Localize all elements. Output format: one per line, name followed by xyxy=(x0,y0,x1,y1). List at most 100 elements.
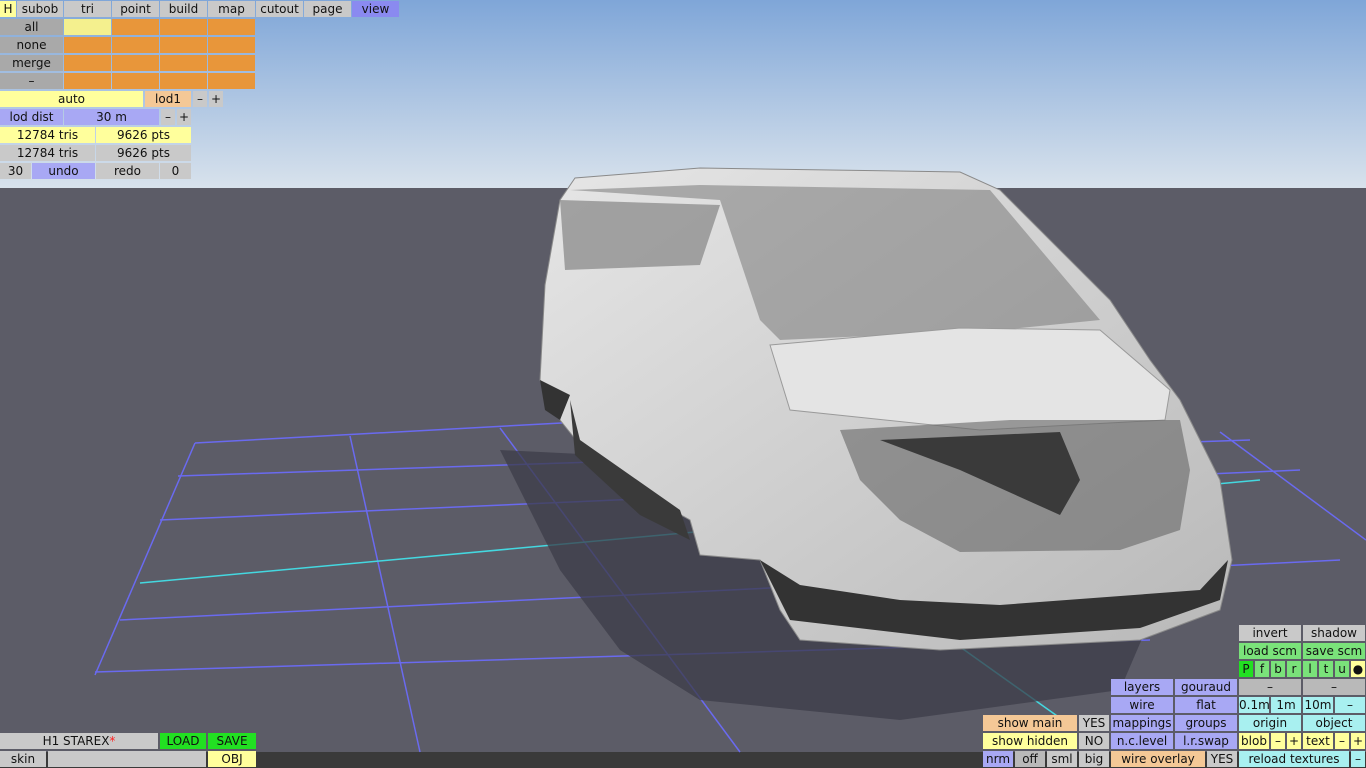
blob-button[interactable]: blob xyxy=(1239,733,1269,749)
obj-button[interactable]: OBJ xyxy=(208,751,256,767)
menu-subob[interactable]: subob xyxy=(17,1,63,17)
load-button[interactable]: LOAD xyxy=(160,733,206,749)
view-dot-button[interactable]: ● xyxy=(1351,661,1365,677)
selection-slot[interactable] xyxy=(112,73,159,89)
nc-level-button[interactable]: n.c.level xyxy=(1111,733,1173,749)
lod-level-button[interactable]: lod1 xyxy=(145,91,191,107)
selection-slot[interactable] xyxy=(64,73,111,89)
selection-slot[interactable] xyxy=(64,37,111,53)
select-all-button[interactable]: all xyxy=(0,19,63,35)
normals-nrm-button[interactable]: nrm xyxy=(983,751,1013,767)
selection-slot[interactable] xyxy=(64,19,111,35)
normals-small-button[interactable]: sml xyxy=(1047,751,1077,767)
selection-slot[interactable] xyxy=(64,55,111,71)
selection-slot[interactable] xyxy=(208,19,255,35)
lod-dist-plus-button[interactable]: + xyxy=(177,109,191,125)
dash-slot[interactable]: – xyxy=(1239,679,1301,695)
lod-mode-button[interactable]: auto xyxy=(0,91,143,107)
view-back-button[interactable]: b xyxy=(1271,661,1285,677)
lod-plus-button[interactable]: + xyxy=(209,91,223,107)
normals-big-button[interactable]: big xyxy=(1079,751,1109,767)
grid-01m-button[interactable]: 0.1m xyxy=(1239,697,1269,713)
pts-count: 9626 pts xyxy=(96,127,191,143)
tris-count: 12784 tris xyxy=(0,127,95,143)
selection-slot[interactable] xyxy=(160,37,207,53)
blob-plus-button[interactable]: + xyxy=(1287,733,1301,749)
view-right-button[interactable]: r xyxy=(1287,661,1301,677)
merge-button[interactable]: merge xyxy=(0,55,63,71)
save-scm-button[interactable]: save scm xyxy=(1303,643,1365,659)
menu-tri[interactable]: tri xyxy=(64,1,111,17)
lod-dist-label: lod dist xyxy=(0,109,63,125)
origin-button[interactable]: origin xyxy=(1239,715,1301,731)
selection-slot[interactable] xyxy=(112,19,159,35)
gouraud-button[interactable]: gouraud xyxy=(1175,679,1237,695)
menu-h[interactable]: H xyxy=(0,1,16,17)
view-front-button[interactable]: f xyxy=(1255,661,1269,677)
view-under-button[interactable]: u xyxy=(1335,661,1349,677)
redo-button[interactable]: redo xyxy=(96,163,159,179)
selection-slot[interactable] xyxy=(160,19,207,35)
grid-minus-button[interactable]: – xyxy=(1335,697,1365,713)
groups-button[interactable]: groups xyxy=(1175,715,1237,731)
menu-view[interactable]: view xyxy=(352,1,399,17)
minus-button[interactable]: – xyxy=(0,73,63,89)
show-hidden-value[interactable]: NO xyxy=(1079,733,1109,749)
text-plus-button[interactable]: + xyxy=(1351,733,1365,749)
save-button[interactable]: SAVE xyxy=(208,733,256,749)
layers-button[interactable]: layers xyxy=(1111,679,1173,695)
3d-viewport[interactable] xyxy=(0,0,1366,768)
mappings-button[interactable]: mappings xyxy=(1111,715,1173,731)
dash-slot[interactable]: – xyxy=(1303,679,1365,695)
lod-dist-value[interactable]: 30 m xyxy=(64,109,159,125)
view-perspective-button[interactable]: P xyxy=(1239,661,1253,677)
selection-slot[interactable] xyxy=(112,37,159,53)
undo-count: 30 xyxy=(0,163,31,179)
selection-slot[interactable] xyxy=(208,55,255,71)
lod-dist-minus-button[interactable]: – xyxy=(161,109,175,125)
wire-overlay-value[interactable]: YES xyxy=(1207,751,1237,767)
selection-slot[interactable] xyxy=(208,37,255,53)
load-scm-button[interactable]: load scm xyxy=(1239,643,1301,659)
skin-field[interactable] xyxy=(48,751,206,767)
show-main-button[interactable]: show main xyxy=(983,715,1077,731)
wire-overlay-button[interactable]: wire overlay xyxy=(1111,751,1205,767)
lod-minus-button[interactable]: – xyxy=(193,91,207,107)
text-minus-button[interactable]: – xyxy=(1335,733,1349,749)
modified-mark: * xyxy=(109,734,116,748)
lr-swap-button[interactable]: l.r.swap xyxy=(1175,733,1237,749)
model-name[interactable]: H1 STAREX* xyxy=(0,733,158,749)
select-none-button[interactable]: none xyxy=(0,37,63,53)
model-name-text: H1 STAREX xyxy=(42,734,110,748)
redo-count: 0 xyxy=(160,163,191,179)
grid-1m-button[interactable]: 1m xyxy=(1271,697,1301,713)
menu-point[interactable]: point xyxy=(112,1,159,17)
text-button[interactable]: text xyxy=(1303,733,1333,749)
menu-page[interactable]: page xyxy=(304,1,351,17)
flat-button[interactable]: flat xyxy=(1175,697,1237,713)
shadow-button[interactable]: shadow xyxy=(1303,625,1365,641)
grid-10m-button[interactable]: 10m xyxy=(1303,697,1333,713)
invert-button[interactable]: invert xyxy=(1239,625,1301,641)
selection-slot[interactable] xyxy=(160,73,207,89)
selection-slot[interactable] xyxy=(208,73,255,89)
selection-slot[interactable] xyxy=(160,55,207,71)
menu-map[interactable]: map xyxy=(208,1,255,17)
wire-button[interactable]: wire xyxy=(1111,697,1173,713)
menu-cutout[interactable]: cutout xyxy=(256,1,303,17)
undo-button[interactable]: undo xyxy=(32,163,95,179)
pts-count: 9626 pts xyxy=(96,145,191,161)
reload-textures-button[interactable]: reload textures xyxy=(1239,751,1349,767)
tris-count: 12784 tris xyxy=(0,145,95,161)
object-button[interactable]: object xyxy=(1303,715,1365,731)
skin-label: skin xyxy=(0,751,46,767)
menu-build[interactable]: build xyxy=(160,1,207,17)
selection-slot[interactable] xyxy=(112,55,159,71)
show-hidden-button[interactable]: show hidden xyxy=(983,733,1077,749)
view-left-button[interactable]: l xyxy=(1303,661,1317,677)
show-main-value[interactable]: YES xyxy=(1079,715,1109,731)
normals-off-button[interactable]: off xyxy=(1015,751,1045,767)
reload-minus-button[interactable]: – xyxy=(1351,751,1365,767)
view-top-button[interactable]: t xyxy=(1319,661,1333,677)
blob-minus-button[interactable]: – xyxy=(1271,733,1285,749)
